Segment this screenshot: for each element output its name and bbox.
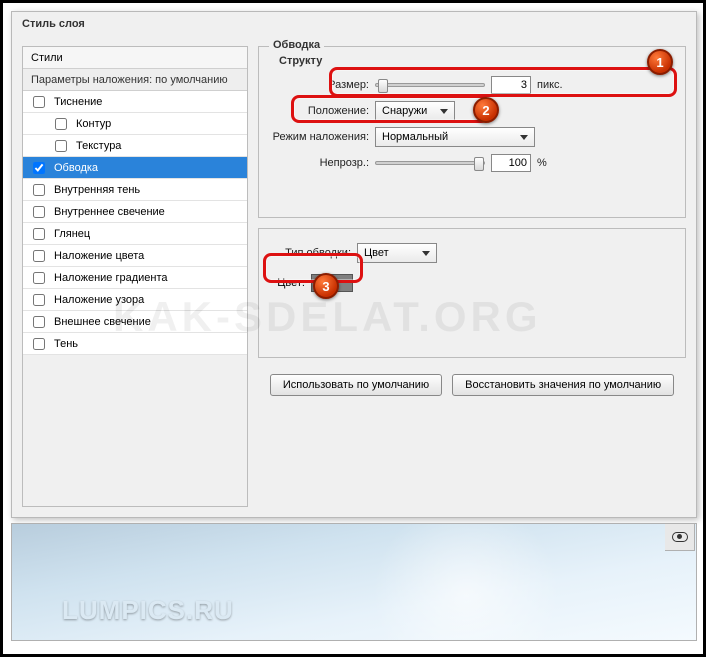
default-buttons-row: Использовать по умолчанию Восстановить з… <box>258 374 686 396</box>
styles-header: Стили <box>23 47 247 69</box>
style-item-label: Обводка <box>54 157 98 179</box>
style-checkbox[interactable] <box>33 184 45 196</box>
annotation-callout-3: 3 <box>313 273 339 299</box>
style-item-label: Наложение градиента <box>54 267 168 289</box>
style-item-label: Глянец <box>54 223 90 245</box>
stroke-settings-panel: Обводка Структу Размер: пикс. Положение: <box>258 46 686 507</box>
site-brand: LUMPICS.RU <box>62 595 234 626</box>
size-unit: пикс. <box>537 79 563 91</box>
style-item-label: Наложение цвета <box>54 245 144 267</box>
style-item[interactable]: Внешнее свечение <box>23 311 247 333</box>
structure-legend: Структу <box>279 55 322 67</box>
blend-value: Нормальный <box>382 131 448 143</box>
style-checkbox[interactable] <box>33 206 45 218</box>
style-checkbox[interactable] <box>55 118 67 130</box>
filltype-value: Цвет <box>364 247 389 259</box>
style-item[interactable]: Внутренняя тень <box>23 179 247 201</box>
style-item[interactable]: Наложение градиента <box>23 267 247 289</box>
eye-icon <box>672 532 688 542</box>
style-item-label: Внутреннее свечение <box>54 201 165 223</box>
style-checkbox[interactable] <box>33 96 45 108</box>
style-item[interactable]: Наложение узора <box>23 289 247 311</box>
blend-label: Режим наложения: <box>269 131 369 143</box>
stroke-legend: Обводка <box>269 39 324 51</box>
annotation-callout-2: 2 <box>473 97 499 123</box>
size-input[interactable] <box>491 76 531 94</box>
style-item[interactable]: Тень <box>23 333 247 355</box>
style-checkbox[interactable] <box>33 250 45 262</box>
size-slider-thumb[interactable] <box>378 79 388 93</box>
style-checkbox[interactable] <box>55 140 67 152</box>
style-item[interactable]: Текстура <box>23 135 247 157</box>
size-label: Размер: <box>269 79 369 91</box>
position-row: Положение: Снаружи <box>269 99 675 123</box>
style-item-label: Тень <box>54 333 78 355</box>
styles-panel: Стили Параметры наложения: по умолчанию … <box>22 46 248 507</box>
opacity-label: Непрозр.: <box>269 157 369 169</box>
style-item-label: Текстура <box>76 135 121 157</box>
style-checkbox[interactable] <box>33 338 45 350</box>
layer-style-dialog: Стиль слоя Стили Параметры наложения: по… <box>11 11 697 518</box>
reset-default-button[interactable]: Восстановить значения по умолчанию <box>452 374 674 396</box>
blend-row: Режим наложения: Нормальный <box>269 125 675 149</box>
opacity-unit: % <box>537 157 547 169</box>
opacity-row: Непрозр.: % <box>269 151 675 175</box>
position-value: Снаружи <box>382 105 427 117</box>
style-item[interactable]: Глянец <box>23 223 247 245</box>
make-default-button[interactable]: Использовать по умолчанию <box>270 374 442 396</box>
chevron-down-icon <box>520 135 528 140</box>
chevron-down-icon <box>422 251 430 256</box>
style-item[interactable]: Внутреннее свечение <box>23 201 247 223</box>
style-checkbox[interactable] <box>33 272 45 284</box>
filltype-row: Тип обводки: Цвет <box>269 241 675 265</box>
layer-visibility-cell[interactable] <box>665 523 695 551</box>
size-row: Размер: пикс. <box>269 73 675 97</box>
annotation-callout-1: 1 <box>647 49 673 75</box>
size-slider[interactable] <box>375 83 485 87</box>
color-label: Цвет: <box>269 277 305 289</box>
style-item-label: Внутренняя тень <box>54 179 140 201</box>
screenshot-frame: Стиль слоя Стили Параметры наложения: по… <box>0 0 706 657</box>
opacity-input[interactable] <box>491 154 531 172</box>
blend-select[interactable]: Нормальный <box>375 127 535 147</box>
style-item-label: Наложение узора <box>54 289 144 311</box>
style-item-label: Тиснение <box>54 91 102 113</box>
style-checkbox[interactable] <box>33 228 45 240</box>
style-item[interactable]: Наложение цвета <box>23 245 247 267</box>
filltype-label: Тип обводки: <box>269 247 351 259</box>
opacity-slider[interactable] <box>375 161 485 165</box>
style-item-label: Внешнее свечение <box>54 311 151 333</box>
position-select[interactable]: Снаружи <box>375 101 455 121</box>
style-checkbox[interactable] <box>33 294 45 306</box>
background-image-strip: LUMPICS.RU <box>11 523 697 641</box>
opacity-slider-thumb[interactable] <box>474 157 484 171</box>
dialog-body: Стили Параметры наложения: по умолчанию … <box>12 40 696 517</box>
dialog-title: Стиль слоя <box>12 12 696 40</box>
style-item[interactable]: Обводка <box>23 157 247 179</box>
styles-default-params[interactable]: Параметры наложения: по умолчанию <box>23 69 247 91</box>
styles-list: ТиснениеКонтурТекстураОбводкаВнутренняя … <box>23 91 247 355</box>
style-checkbox[interactable] <box>33 316 45 328</box>
position-label: Положение: <box>269 105 369 117</box>
stroke-fieldset: Обводка Структу Размер: пикс. Положение: <box>258 46 686 218</box>
style-checkbox[interactable] <box>33 162 45 174</box>
style-item[interactable]: Тиснение <box>23 91 247 113</box>
filltype-select[interactable]: Цвет <box>357 243 437 263</box>
style-item[interactable]: Контур <box>23 113 247 135</box>
chevron-down-icon <box>440 109 448 114</box>
style-item-label: Контур <box>76 113 111 135</box>
fill-fieldset: Тип обводки: Цвет Цвет: 3 <box>258 228 686 358</box>
